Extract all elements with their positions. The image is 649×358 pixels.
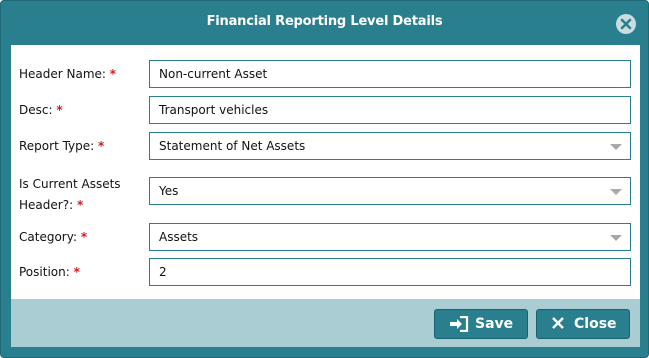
x-icon [551, 316, 565, 334]
is-current-assets-header-label: Is Current Assets Header?: * [19, 174, 121, 216]
position-value: 2 [159, 265, 167, 279]
form-body: Header Name: * Non-current Asset Desc: *… [11, 45, 640, 299]
is-current-assets-header-value: Yes [159, 184, 179, 198]
category-select[interactable]: Assets [149, 223, 631, 251]
report-type-label-text: Report Type: [19, 139, 95, 153]
chevron-down-icon [610, 189, 622, 195]
header-name-label: Header Name: * [19, 64, 116, 85]
category-label-text: Category: [19, 230, 77, 244]
sign-in-icon [449, 315, 469, 336]
save-button[interactable]: Save [434, 309, 528, 339]
desc-label: Desc: * [19, 100, 63, 121]
header-name-input[interactable]: Non-current Asset [149, 60, 631, 88]
is-current-assets-header-label-line1: Is Current Assets [19, 177, 121, 191]
dialog-content: Header Name: * Non-current Asset Desc: *… [11, 45, 640, 347]
dialog-titlebar: Financial Reporting Level Details [1, 1, 648, 45]
position-input[interactable]: 2 [149, 258, 631, 286]
report-type-label: Report Type: * [19, 136, 104, 157]
chevron-down-icon [610, 235, 622, 241]
desc-input[interactable]: Transport vehicles [149, 96, 631, 124]
desc-value: Transport vehicles [159, 103, 269, 117]
required-mark: * [80, 230, 88, 244]
required-mark: * [76, 198, 84, 212]
desc-label-text: Desc: [19, 103, 53, 117]
is-current-assets-header-label-line2: Header?: [19, 198, 74, 212]
close-dialog-icon[interactable] [616, 14, 636, 34]
save-button-label: Save [475, 316, 514, 332]
report-type-select[interactable]: Statement of Net Assets [149, 132, 631, 160]
required-mark: * [109, 67, 117, 81]
close-button-label: Close [574, 316, 617, 332]
chevron-down-icon [610, 144, 622, 150]
report-type-value: Statement of Net Assets [159, 139, 306, 153]
is-current-assets-header-select[interactable]: Yes [149, 177, 631, 205]
dialog: Financial Reporting Level Details Header… [0, 0, 649, 358]
dialog-title: Financial Reporting Level Details [206, 14, 443, 29]
required-mark: * [98, 139, 105, 153]
dialog-footer: Save Close [11, 299, 640, 347]
header-name-value: Non-current Asset [159, 67, 268, 81]
position-label-text: Position: [19, 265, 70, 279]
required-mark: * [73, 265, 80, 279]
position-label: Position: * [19, 262, 80, 283]
required-mark: * [56, 103, 63, 117]
header-name-label-text: Header Name: [19, 67, 106, 81]
category-label: Category: * [19, 227, 87, 248]
category-value: Assets [159, 230, 199, 244]
close-button[interactable]: Close [536, 309, 630, 339]
